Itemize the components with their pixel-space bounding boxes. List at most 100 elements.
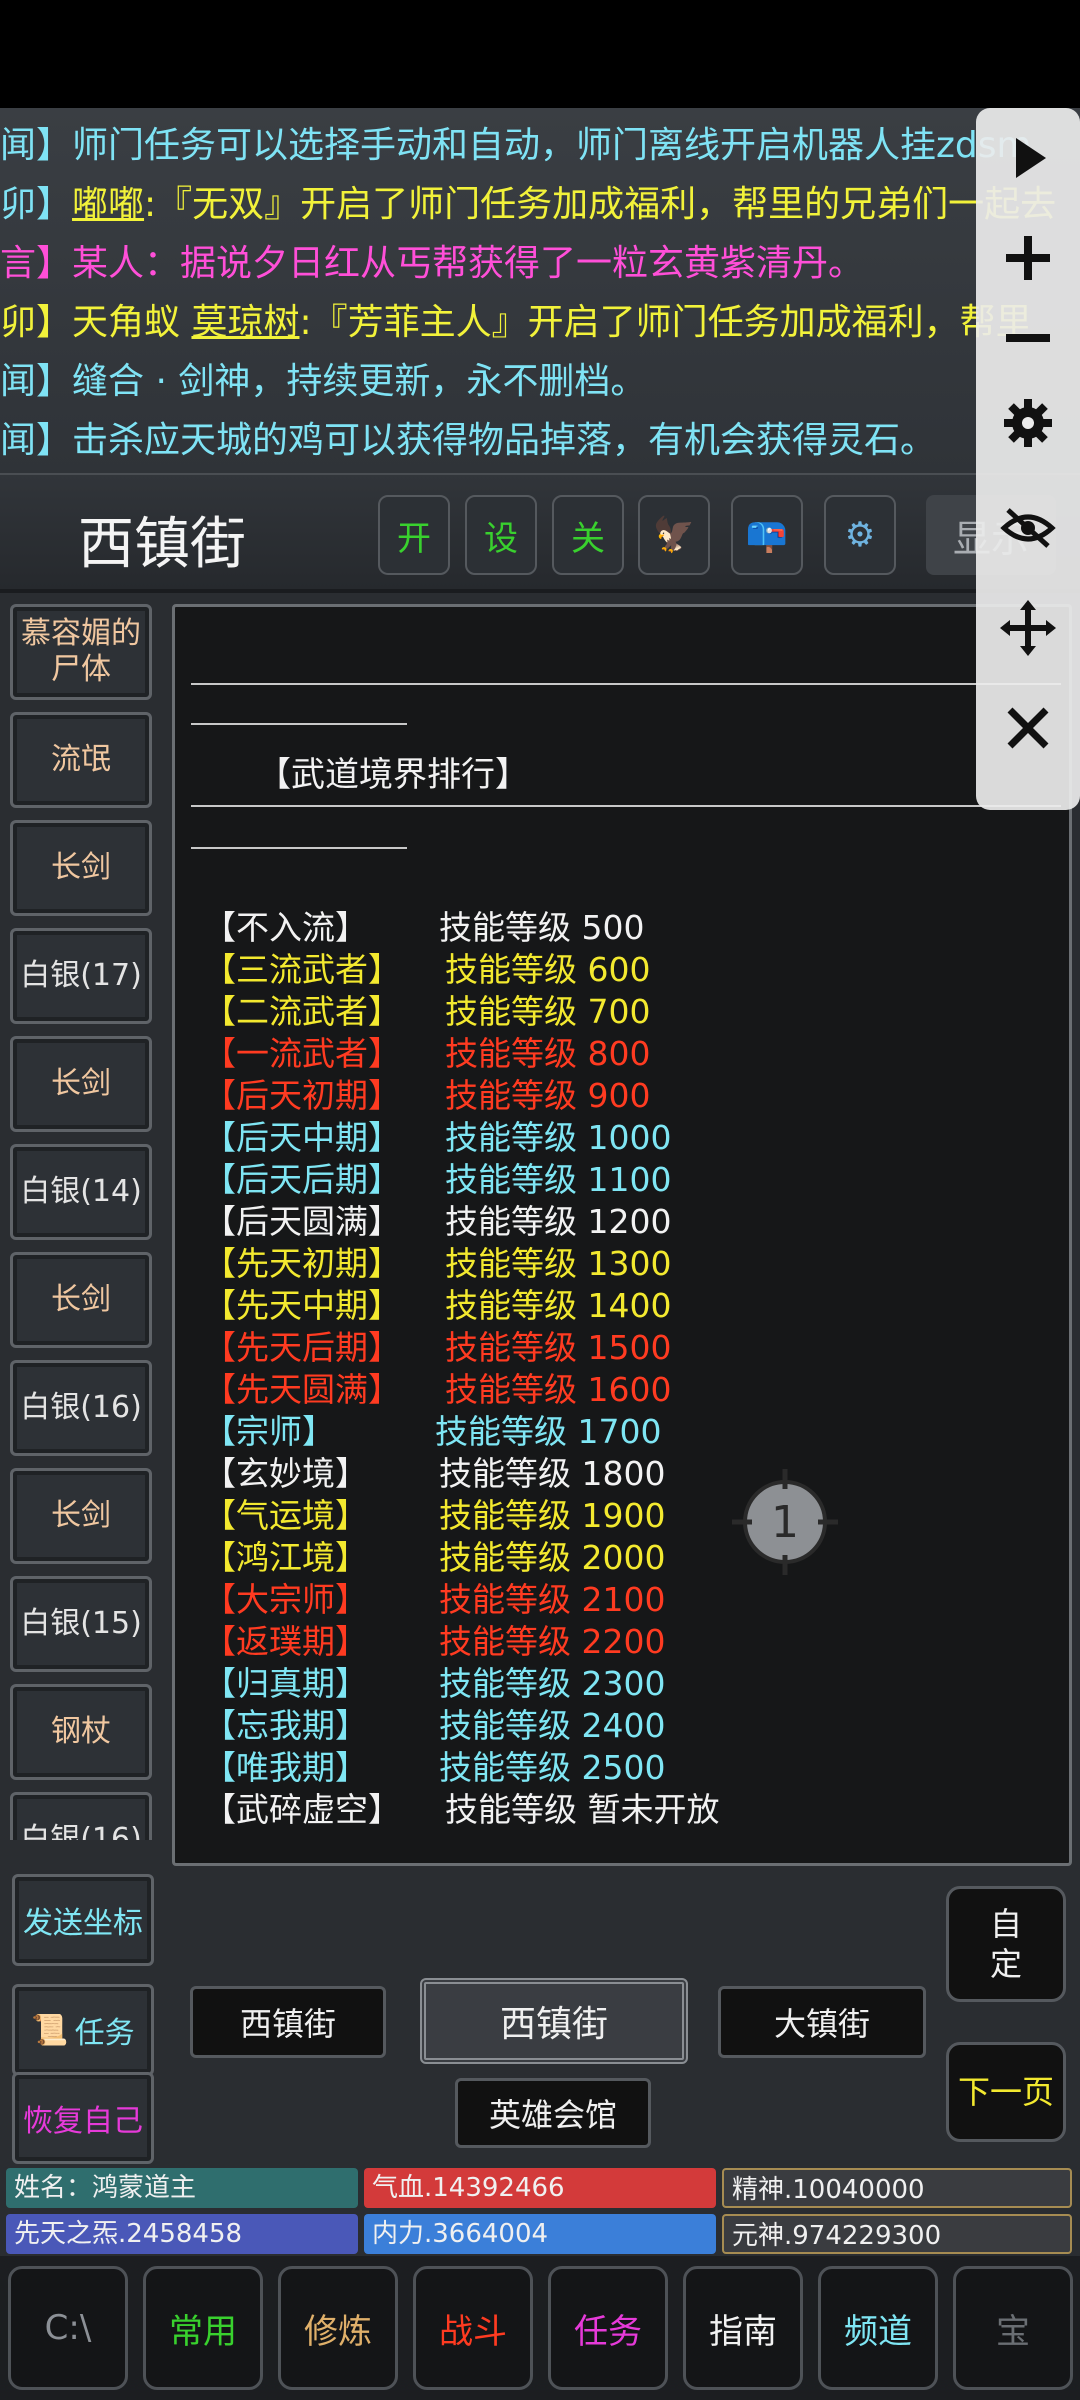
eagle-button[interactable]: 🦅 <box>638 495 710 575</box>
play-button[interactable] <box>976 108 1080 208</box>
status-bar <box>0 0 1080 108</box>
compass-label: 1 <box>771 1497 799 1548</box>
chat-text: :『芳菲主人』开启了师门任务加成福利，帮里 <box>299 302 1032 343</box>
object-item[interactable]: 钢杖 <box>10 1684 152 1780</box>
tab-0[interactable]: C:\ <box>8 2266 128 2390</box>
move-button[interactable] <box>976 578 1080 678</box>
rank-row: 【忘我期】 技能等级 2400 <box>203 1705 903 1747</box>
location-title: 西镇街 <box>78 512 246 577</box>
rank-level: 技能等级 1900 <box>439 1496 666 1535</box>
chat-line: 闻】师门任务可以选择手动和自动，师门离线开启机器人挂zdsm <box>0 116 1080 175</box>
divider <box>191 683 1061 685</box>
player-name-link[interactable]: 嘟嘟 <box>72 184 144 225</box>
chat-text: 闻】击杀应天城的鸡可以获得物品掉落，有机会获得灵石。 <box>0 420 937 461</box>
hide-button[interactable] <box>976 478 1080 578</box>
rank-level: 技能等级 1800 <box>439 1454 666 1493</box>
divider <box>191 805 1061 807</box>
chat-line: 闻】击杀应天城的鸡可以获得物品掉落，有机会获得灵石。 <box>0 411 1080 470</box>
rank-name: 【先天圆满】 <box>203 1370 401 1409</box>
chat-log[interactable]: 闻】师门任务可以选择手动和自动，师门离线开启机器人挂zdsm 卯】嘟嘟:『无双』开… <box>0 108 1080 473</box>
settings-button[interactable]: ⚙ <box>824 495 896 575</box>
player-name-link[interactable]: 莫琼树 <box>191 302 299 343</box>
chat-line: 言】某人：据说夕日红从丐帮获得了一粒玄黄紫清丹。 <box>0 234 1080 293</box>
mailbox-button[interactable]: 📪 <box>731 495 803 575</box>
send-coords-button[interactable]: 发送坐标 <box>12 1874 154 1966</box>
object-item[interactable]: 长剑 <box>10 1036 152 1132</box>
rank-name: 【气运境】 <box>203 1496 368 1535</box>
chat-line: 闻】缝合 · 剑神，持续更新，永不删档。 <box>0 352 1080 411</box>
rank-level: 技能等级 1400 <box>445 1286 672 1325</box>
object-item[interactable]: 慕容媚的 尸体 <box>10 604 152 700</box>
rank-row: 【唯我期】 技能等级 2500 <box>203 1747 903 1789</box>
chat-text: 卯】 <box>0 184 73 225</box>
rank-name: 【不入流】 <box>203 908 368 947</box>
task-label: 任务 <box>74 2016 135 2051</box>
restore-self-button[interactable]: 恢复自己 <box>12 2072 154 2164</box>
rank-name: 【武碎虚空】 <box>203 1790 401 1829</box>
rank-name: 【后天圆满】 <box>203 1202 401 1241</box>
tab-1[interactable]: 常用 <box>143 2266 263 2390</box>
west-exit-button[interactable]: 西镇街 <box>190 1986 386 2058</box>
set-button[interactable]: 设 <box>465 495 537 575</box>
object-item[interactable]: 白银(15) <box>10 1576 152 1672</box>
zoom-out-button[interactable] <box>976 308 1080 368</box>
east-exit-button[interactable]: 大镇街 <box>718 1986 926 2058</box>
tab-7[interactable]: 宝 <box>953 2266 1073 2390</box>
object-list[interactable]: 慕容媚的 尸体 流氓 长剑 白银(17) 长剑 白银(14) 长剑 白银(16) 长剑 白银(15… <box>0 600 160 1840</box>
rank-name: 【后天中期】 <box>203 1118 401 1157</box>
object-item[interactable]: 长剑 <box>10 1468 152 1564</box>
close-toolbar-button[interactable] <box>976 678 1080 778</box>
rank-level: 技能等级 2200 <box>439 1622 666 1661</box>
custom-button[interactable]: 自 定 <box>946 1886 1066 2002</box>
rank-level: 技能等级 2000 <box>439 1538 666 1577</box>
tab-2[interactable]: 修炼 <box>278 2266 398 2390</box>
rank-name: 【一流武者】 <box>203 1034 401 1073</box>
rank-row: 【大宗师】 技能等级 2100 <box>203 1579 903 1621</box>
south-exit-button[interactable]: 英雄会馆 <box>455 2078 651 2148</box>
stat-internal: 内力.3664004 <box>364 2214 716 2254</box>
current-location-button[interactable]: 西镇街 <box>420 1978 688 2064</box>
eagle-icon: 🦅 <box>652 515 696 555</box>
object-item[interactable]: 长剑 <box>10 1252 152 1348</box>
task-button[interactable]: 📜 任务 <box>12 1984 154 2076</box>
stat-soul: 元神.974229300 <box>722 2214 1072 2254</box>
floating-toolbar <box>976 108 1080 810</box>
rank-row: 【不入流】 技能等级 500 <box>203 907 903 949</box>
rank-level: 技能等级 1300 <box>445 1244 672 1283</box>
rank-row: 【后天后期】 技能等级 1100 <box>203 1159 903 1201</box>
tab-4[interactable]: 任务 <box>548 2266 668 2390</box>
rank-row: 【二流武者】 技能等级 700 <box>203 991 903 1033</box>
minus-icon <box>1006 334 1050 342</box>
close-button[interactable]: 关 <box>552 495 624 575</box>
chat-text: 闻】师门任务可以选择手动和自动，师门离线开启机器人挂zdsm <box>0 125 1032 166</box>
rank-row: 【后天圆满】 技能等级 1200 <box>203 1201 903 1243</box>
rank-level: 技能等级 1700 <box>435 1412 662 1451</box>
chat-text: 卯】天角蚁 <box>0 302 192 343</box>
rank-row: 【先天中期】 技能等级 1400 <box>203 1285 903 1327</box>
object-item[interactable]: 白银(16) <box>10 1360 152 1456</box>
chat-line: 卯】嘟嘟:『无双』开启了师门任务加成福利，帮里的兄弟们一起去 <box>0 175 1080 234</box>
object-item[interactable]: 白银(17) <box>10 928 152 1024</box>
chat-text: 言】某人：据说夕日红从丐帮获得了一粒玄黄紫清丹。 <box>0 243 865 284</box>
zoom-in-button[interactable] <box>976 208 1080 308</box>
next-page-button[interactable]: 下一页 <box>946 2042 1066 2142</box>
chat-text: :『无双』开启了师门任务加成福利，帮里的兄弟们一起去 <box>144 184 1057 225</box>
open-button[interactable]: 开 <box>378 495 450 575</box>
object-item[interactable]: 白银(14) <box>10 1144 152 1240</box>
object-item[interactable]: 流氓 <box>10 712 152 808</box>
tab-5[interactable]: 指南 <box>683 2266 803 2390</box>
object-item[interactable]: 长剑 <box>10 820 152 916</box>
compass-icon[interactable]: 1 <box>730 1467 840 1577</box>
rank-row: 【后天中期】 技能等级 1000 <box>203 1117 903 1159</box>
rank-name: 【忘我期】 <box>203 1706 368 1745</box>
settings-float-button[interactable] <box>976 368 1080 478</box>
rank-row: 【一流武者】 技能等级 800 <box>203 1033 903 1075</box>
rank-level: 技能等级 1200 <box>445 1202 672 1241</box>
object-item[interactable]: 白银(16) <box>10 1792 152 1840</box>
rank-level: 技能等级 800 <box>445 1034 651 1073</box>
tab-3[interactable]: 战斗 <box>413 2266 533 2390</box>
rank-name: 【返璞期】 <box>203 1622 368 1661</box>
tab-6[interactable]: 频道 <box>818 2266 938 2390</box>
rank-level: 技能等级 2500 <box>439 1748 666 1787</box>
rank-level: 技能等级 2300 <box>439 1664 666 1703</box>
